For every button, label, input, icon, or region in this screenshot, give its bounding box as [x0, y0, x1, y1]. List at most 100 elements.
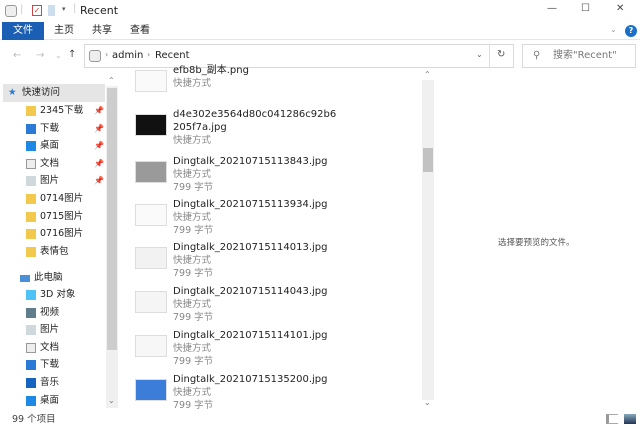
sidebar-item-label: 文档	[40, 155, 59, 173]
back-button[interactable]: ←	[13, 50, 21, 61]
document-icon	[26, 159, 36, 169]
file-size: 799 字节	[173, 311, 213, 324]
tab-home[interactable]: 主页	[50, 22, 78, 40]
file-list-scrollbar[interactable]	[422, 80, 434, 400]
forward-button[interactable]: →	[36, 50, 44, 61]
sidebar-item-label: 图片	[40, 321, 59, 339]
expand-ribbon-icon[interactable]: ⌄	[610, 25, 617, 34]
pin-icon[interactable]: 📌	[94, 102, 104, 120]
file-thumbnail	[135, 379, 167, 401]
sidebar-item[interactable]: 音乐	[0, 374, 106, 392]
tab-file[interactable]: 文件	[2, 22, 44, 40]
file-name: Dingtalk_20210715135200.jpg	[173, 373, 328, 386]
maximize-button[interactable]: ☐	[581, 3, 590, 14]
folder-icon	[26, 194, 36, 204]
sidebar-item-label: 音乐	[40, 374, 59, 392]
sidebar-item-label: 0715图片	[40, 208, 83, 226]
preview-message: 选择要预览的文件。	[498, 236, 575, 248]
document-icon	[26, 343, 36, 353]
refresh-button[interactable]: ↻	[497, 49, 505, 60]
preview-pane: 选择要预览的文件。	[435, 70, 640, 410]
pin-icon[interactable]: 📌	[94, 155, 104, 173]
minimize-button[interactable]: —	[547, 3, 557, 14]
file-item[interactable]: Dingtalk_20210715135200.jpg快捷方式799 字节	[130, 373, 420, 417]
sidebar-item[interactable]: 0715图片	[0, 208, 106, 226]
sidebar-item-this-pc[interactable]: 此电脑	[0, 269, 106, 287]
file-list-scroll-thumb[interactable]	[423, 148, 433, 172]
3d-objects-icon	[26, 290, 36, 300]
sidebar-item[interactable]: 桌面 📌	[0, 137, 106, 155]
file-name: Dingtalk_20210715114013.jpg	[173, 241, 328, 254]
file-name: efb8b_副本.png	[173, 64, 249, 77]
item-count: 99 个项目	[12, 414, 56, 425]
breadcrumb-admin[interactable]: admin	[112, 50, 143, 61]
quick-access-dropdown-icon[interactable]: ▾	[62, 5, 66, 13]
pin-icon[interactable]: 📌	[94, 172, 104, 190]
tab-share[interactable]: 共享	[88, 22, 116, 40]
computer-icon	[20, 275, 30, 282]
sidebar-item[interactable]: 文档	[0, 339, 106, 357]
scroll-up-icon[interactable]: ⌃	[108, 76, 115, 85]
sidebar-item[interactable]: 文档 📌	[0, 155, 106, 173]
help-button[interactable]: ?	[625, 25, 637, 37]
sidebar-item[interactable]: 0714图片	[0, 190, 106, 208]
file-type: 快捷方式	[173, 134, 211, 147]
desktop-icon	[26, 141, 36, 151]
sidebar-item[interactable]: 2345下载📌	[0, 102, 106, 120]
sidebar-item[interactable]: 下载📌	[0, 120, 106, 138]
details-view-button[interactable]	[606, 414, 618, 424]
sidebar-item[interactable]: 视频	[0, 304, 106, 322]
up-button[interactable]: ↑	[68, 49, 76, 60]
sidebar-item[interactable]: 表情包	[0, 243, 106, 261]
sidebar-item-label: 表情包	[40, 243, 69, 261]
sidebar-item-label: 文档	[40, 339, 59, 357]
properties-icon[interactable]: ✓	[32, 5, 42, 16]
scroll-up-icon[interactable]: ⌃	[424, 70, 431, 79]
pin-icon[interactable]: 📌	[94, 137, 104, 155]
large-icons-view-button[interactable]	[624, 414, 636, 424]
file-item[interactable]: Dingtalk_20210715114013.jpg快捷方式799 字节	[130, 241, 420, 285]
file-item[interactable]: Dingtalk_20210715113843.jpg快捷方式799 字节	[130, 155, 420, 199]
sidebar-item-label: 下载	[40, 356, 59, 374]
address-dropdown-icon[interactable]: ⌄	[476, 50, 483, 59]
sidebar-item-label: 桌面	[40, 137, 59, 155]
sidebar-item-quick-access[interactable]: ★ 快速访问	[3, 84, 105, 102]
file-name: Dingtalk_20210715114043.jpg	[173, 285, 328, 298]
sidebar-item-label: 快速访问	[22, 84, 60, 102]
recent-locations-icon[interactable]: ⌄	[55, 51, 62, 60]
close-button[interactable]: ✕	[616, 3, 624, 14]
scroll-down-icon[interactable]: ⌄	[424, 398, 431, 407]
sidebar-item[interactable]: 图片📌	[0, 172, 106, 190]
search-input[interactable]: ⚲ 搜索"Recent"	[522, 44, 636, 68]
file-size: 799 字节	[173, 267, 213, 280]
file-item[interactable]: d4e302e3564d80c041286c92b6 205f7a.jpg快捷方…	[130, 108, 420, 152]
sidebar-scroll-thumb[interactable]	[107, 88, 117, 350]
desktop-icon	[26, 396, 36, 406]
search-placeholder: 搜索"Recent"	[553, 50, 617, 61]
sidebar-item[interactable]: 下载	[0, 356, 106, 374]
file-item[interactable]: Dingtalk_20210715114101.jpg快捷方式799 字节	[130, 329, 420, 373]
new-folder-icon[interactable]	[48, 5, 55, 16]
file-type: 快捷方式	[173, 77, 211, 90]
pin-icon[interactable]: 📌	[94, 120, 104, 138]
file-size: 799 字节	[173, 224, 213, 237]
sidebar-item[interactable]: 图片	[0, 321, 106, 339]
file-size: 799 字节	[173, 399, 213, 412]
file-type: 快捷方式	[173, 386, 211, 399]
file-thumbnail	[135, 114, 167, 136]
file-type: 快捷方式	[173, 254, 211, 267]
file-thumbnail	[135, 247, 167, 269]
breadcrumb-recent[interactable]: Recent	[155, 50, 190, 61]
pictures-icon	[26, 325, 36, 335]
file-item[interactable]: Dingtalk_20210715113934.jpg快捷方式799 字节	[130, 198, 420, 242]
sidebar-item[interactable]: 3D 对象	[0, 286, 106, 304]
file-item[interactable]: efb8b_副本.png快捷方式	[130, 64, 420, 108]
file-thumbnail	[135, 204, 167, 226]
sidebar-item-label: 0714图片	[40, 190, 83, 208]
divider	[489, 45, 490, 67]
scroll-down-icon[interactable]: ⌄	[108, 396, 115, 405]
tab-view[interactable]: 查看	[126, 22, 154, 40]
sidebar-item[interactable]: 0716图片	[0, 225, 106, 243]
file-item[interactable]: Dingtalk_20210715114043.jpg快捷方式799 字节	[130, 285, 420, 329]
sidebar-item[interactable]: 桌面	[0, 392, 106, 410]
